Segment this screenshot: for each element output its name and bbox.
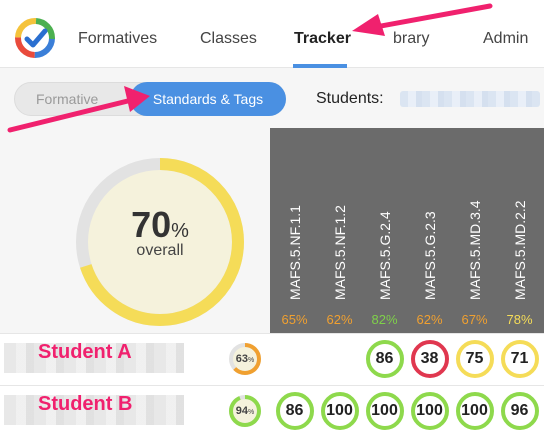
score-circle[interactable]: 96	[500, 392, 539, 430]
score-circle[interactable]: 100	[365, 392, 404, 430]
standard-code-label: MAFS.5.MD.3.4	[466, 200, 483, 300]
standard-code-label: MAFS.5.NF.1.2	[331, 205, 348, 300]
toggle-formative[interactable]: Formative	[36, 91, 98, 107]
standard-code-label: MAFS.5.MD.2.2	[511, 200, 528, 300]
top-navigation: Formatives Classes Tracker brary Admin	[0, 0, 544, 68]
overall-percent: 70%	[131, 204, 189, 245]
standard-average-percent: 67%	[461, 312, 488, 327]
score-circle[interactable]: 86	[365, 340, 404, 378]
standard-average-percent: 65%	[281, 312, 308, 327]
score-circle[interactable]: 100	[320, 392, 359, 430]
standard-code-label: MAFS.5.NF.1.1	[286, 205, 303, 300]
students-selector[interactable]	[400, 91, 540, 107]
standard-average-percent: 62%	[326, 312, 353, 327]
nav-formatives[interactable]: Formatives	[78, 30, 157, 48]
standard-average-percent: 78%	[506, 312, 533, 327]
overall-label: overall	[136, 242, 184, 259]
app-logo-icon[interactable]	[14, 17, 56, 59]
student-annotation-label: Student A	[38, 341, 132, 363]
standards-header	[270, 128, 544, 333]
student-summary-percent: 63%	[235, 353, 255, 365]
student-annotation-label: Student B	[38, 393, 133, 415]
standard-code-label: MAFS.5.G.2.3	[421, 211, 438, 300]
score-circle[interactable]: 100	[410, 392, 449, 430]
standard-code-label: MAFS.5.G.2.4	[376, 211, 393, 300]
toggle-standards-tags[interactable]: Standards & Tags	[130, 82, 286, 116]
nav-library[interactable]: brary	[393, 30, 429, 48]
standard-average-percent: 82%	[371, 312, 398, 327]
standard-average-percent: 62%	[416, 312, 443, 327]
student-summary-percent: 94%	[235, 405, 255, 417]
nav-tracker[interactable]: Tracker	[294, 30, 351, 48]
score-circle[interactable]: 100	[455, 392, 494, 430]
students-label: Students:	[316, 90, 384, 107]
score-circle[interactable]: 86	[275, 392, 314, 430]
score-circle[interactable]: 71	[500, 340, 539, 378]
score-circle[interactable]: 38	[410, 340, 449, 378]
nav-classes[interactable]: Classes	[200, 30, 257, 48]
nav-admin[interactable]: Admin	[483, 30, 528, 48]
score-circle[interactable]: 75	[455, 340, 494, 378]
